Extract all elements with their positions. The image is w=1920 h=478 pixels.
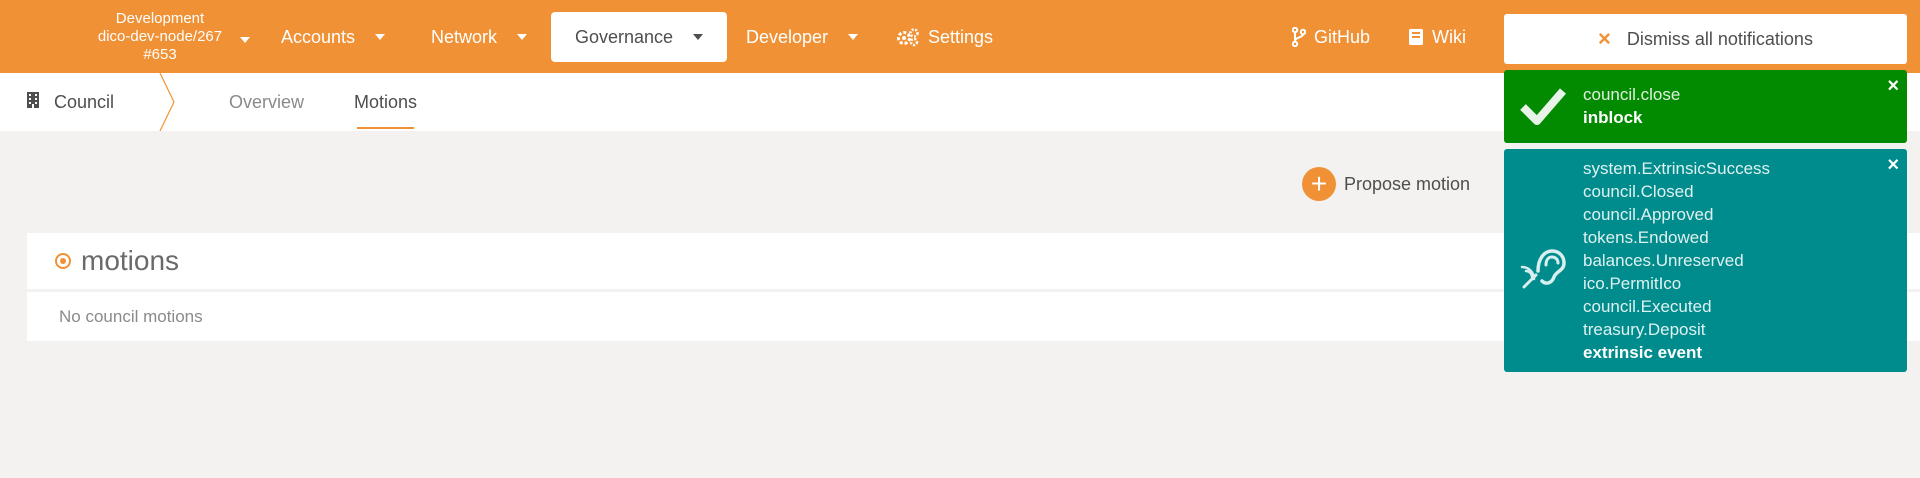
book-icon bbox=[1408, 28, 1424, 46]
tab-motions[interactable]: Motions bbox=[354, 73, 417, 131]
menu-network[interactable]: Network bbox=[431, 12, 528, 62]
section-title: Council bbox=[54, 91, 115, 112]
event-item: council.Executed bbox=[1583, 297, 1712, 316]
event-item: council.Closed bbox=[1583, 182, 1694, 201]
menu-settings-label: Settings bbox=[928, 26, 994, 47]
close-notification-button[interactable]: × bbox=[1887, 76, 1899, 96]
tab-motions-label: Motions bbox=[354, 91, 418, 112]
event-item: tokens.Endowed bbox=[1583, 228, 1709, 247]
notification-method: council.close bbox=[1583, 85, 1681, 104]
event-item: balances.Unreserved bbox=[1583, 251, 1744, 270]
chain-type: Development bbox=[115, 10, 205, 27]
menu-github[interactable]: GitHub bbox=[1292, 12, 1370, 62]
dot-circle-icon bbox=[55, 253, 71, 269]
event-list: system.ExtrinsicSuccess council.Closed c… bbox=[1583, 157, 1770, 364]
active-tab-indicator bbox=[357, 127, 415, 129]
menu-developer[interactable]: Developer bbox=[746, 12, 859, 62]
chain-selector[interactable]: Development dico-dev-node/267 #653 bbox=[70, 10, 250, 64]
chevron-down-icon bbox=[240, 37, 250, 43]
menu-governance-label: Governance bbox=[575, 26, 674, 47]
propose-motion-button[interactable]: + Propose motion bbox=[1302, 166, 1470, 202]
menu-network-label: Network bbox=[431, 26, 498, 47]
chevron-down-icon bbox=[848, 34, 859, 40]
check-icon bbox=[1520, 86, 1567, 131]
menu-developer-label: Developer bbox=[746, 26, 829, 47]
notification-status: inblock bbox=[1583, 108, 1643, 127]
code-branch-icon bbox=[1292, 27, 1306, 47]
notification-events: system.ExtrinsicSuccess council.Closed c… bbox=[1504, 149, 1907, 372]
section-council: Council bbox=[26, 73, 114, 131]
close-notification-button[interactable]: × bbox=[1887, 155, 1899, 175]
menu-wiki[interactable]: Wiki bbox=[1408, 12, 1466, 62]
notification-inblock: council.close inblock × bbox=[1504, 70, 1907, 143]
event-item: system.ExtrinsicSuccess bbox=[1583, 159, 1771, 178]
menu-governance[interactable]: Governance bbox=[551, 12, 728, 62]
event-item: treasury.Deposit bbox=[1583, 320, 1706, 339]
building-icon bbox=[26, 91, 40, 114]
close-icon: × bbox=[1598, 26, 1611, 51]
menu-settings[interactable]: Settings bbox=[896, 12, 993, 62]
dismiss-all-label: Dismiss all notifications bbox=[1626, 28, 1813, 49]
motions-title: motions bbox=[81, 245, 180, 276]
menu-wiki-label: Wiki bbox=[1432, 26, 1466, 47]
chevron-down-icon bbox=[693, 34, 704, 40]
chain-block: #653 bbox=[143, 46, 177, 63]
event-item: council.Approved bbox=[1583, 205, 1714, 224]
plus-icon: + bbox=[1302, 167, 1336, 201]
cogs-icon bbox=[896, 27, 920, 47]
tab-overview[interactable]: Overview bbox=[229, 73, 304, 131]
chevron-down-icon bbox=[517, 34, 528, 40]
tab-overview-label: Overview bbox=[229, 91, 305, 112]
assistive-listening-icon bbox=[1520, 241, 1568, 294]
event-item: ico.PermitIco bbox=[1583, 274, 1682, 293]
notification-status: extrinsic event bbox=[1583, 343, 1703, 362]
propose-motion-label: Propose motion bbox=[1344, 173, 1471, 194]
menu-github-label: GitHub bbox=[1314, 26, 1371, 47]
menu-accounts-label: Accounts bbox=[281, 26, 356, 47]
dismiss-all-button[interactable]: × Dismiss all notifications bbox=[1504, 14, 1907, 64]
chevron-down-icon bbox=[375, 34, 386, 40]
menu-accounts[interactable]: Accounts bbox=[281, 12, 386, 62]
chain-node: dico-dev-node/267 bbox=[97, 28, 223, 45]
breadcrumb-divider bbox=[159, 73, 175, 131]
